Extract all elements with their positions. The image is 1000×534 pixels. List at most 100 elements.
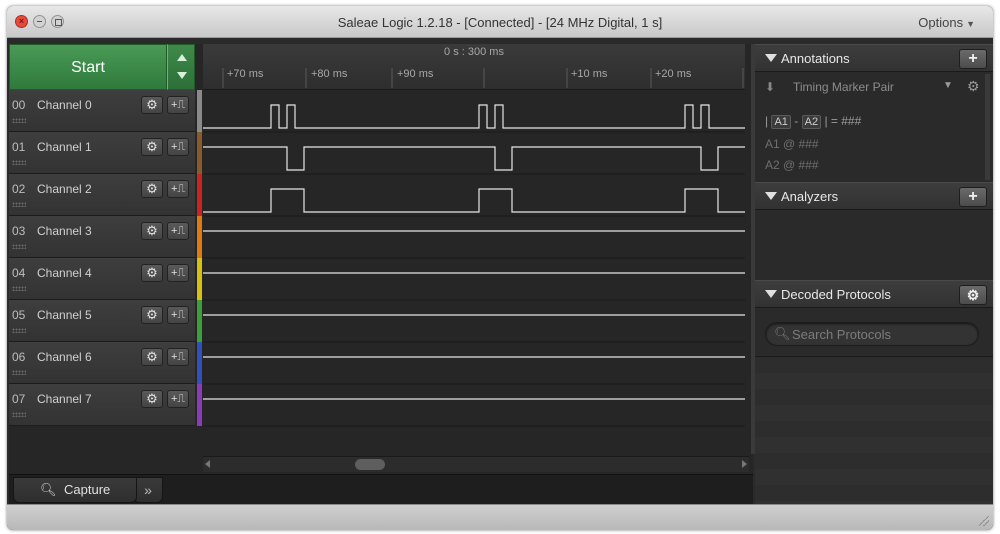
- drag-handle-icon[interactable]: [12, 202, 26, 207]
- separator: |: [824, 114, 828, 128]
- gear-icon[interactable]: ⚙: [141, 96, 163, 114]
- tab-capture[interactable]: 🔍︎ Capture: [13, 477, 137, 503]
- search-icon: 🔍︎: [774, 326, 791, 341]
- channel-2-trace: [203, 188, 745, 213]
- scroll-left-icon[interactable]: [205, 460, 210, 468]
- add-annotation-button[interactable]: +: [959, 49, 987, 69]
- collapse-triangle-icon[interactable]: [765, 290, 777, 298]
- options-menu-button[interactable]: Options ▼: [918, 15, 975, 30]
- resize-grip-icon[interactable]: [979, 516, 989, 526]
- scroll-right-icon[interactable]: [742, 460, 747, 468]
- pin-icon[interactable]: ⬇: [765, 80, 775, 94]
- decoded-protocols-title: Decoded Protocols: [781, 287, 891, 302]
- gear-icon[interactable]: ⚙: [141, 138, 163, 156]
- channel-number: 01: [12, 140, 26, 154]
- gear-icon[interactable]: ⚙: [141, 180, 163, 198]
- drag-handle-icon[interactable]: [12, 370, 26, 375]
- channel-row[interactable]: 03 Channel 3 ⚙ +⎍: [9, 216, 195, 258]
- channel-name[interactable]: Channel 1: [37, 140, 92, 154]
- gear-icon[interactable]: ⚙: [141, 306, 163, 324]
- gear-icon[interactable]: ⚙: [141, 390, 163, 408]
- search-protocols-box[interactable]: 🔍︎: [765, 322, 979, 346]
- window-title: Saleae Logic 1.2.18 - [Connected] - [24 …: [337, 15, 663, 30]
- timing-marker-pair[interactable]: ⬇ Timing Marker Pair ▼ ⚙: [761, 78, 985, 98]
- channel-name[interactable]: Channel 6: [37, 350, 92, 364]
- channel-row[interactable]: 05 Channel 5 ⚙ +⎍: [9, 300, 195, 342]
- magnifier-list-icon: 🔍︎: [40, 482, 57, 497]
- trigger-edge-icon[interactable]: +⎍: [167, 138, 189, 156]
- annotations-scrollbar[interactable]: [985, 74, 990, 180]
- chevron-down-icon[interactable]: ▼: [943, 80, 953, 91]
- search-input[interactable]: [792, 325, 972, 343]
- channel-row[interactable]: 04 Channel 4 ⚙ +⎍: [9, 258, 195, 300]
- marker-a2-value: @ ###: [783, 158, 819, 172]
- channel-name[interactable]: Channel 2: [37, 182, 92, 196]
- collapse-triangle-icon[interactable]: [765, 54, 777, 62]
- channel-name[interactable]: Channel 4: [37, 266, 92, 280]
- channel-0-trace: [203, 104, 745, 129]
- horizontal-scrollbar[interactable]: [203, 456, 749, 472]
- start-button[interactable]: Start: [9, 44, 167, 90]
- capture-panel: Start 00 Channel 0 ⚙ +⎍ 01 Channel 1 ⚙ +…: [9, 44, 757, 504]
- decoded-protocols-list[interactable]: [755, 356, 993, 504]
- more-tabs-button[interactable]: »: [133, 477, 163, 503]
- channel-color-strip: [197, 384, 202, 426]
- channel-name[interactable]: Channel 3: [37, 224, 92, 238]
- channel-row[interactable]: 01 Channel 1 ⚙ +⎍: [9, 132, 195, 174]
- analyzers-header[interactable]: Analyzers +: [755, 182, 993, 210]
- drag-handle-icon[interactable]: [12, 328, 26, 333]
- options-label: Options: [918, 15, 964, 30]
- gear-icon[interactable]: ⚙: [967, 78, 980, 95]
- trigger-edge-icon[interactable]: +⎍: [167, 264, 189, 282]
- channel-color-strip: [197, 300, 202, 342]
- drag-handle-icon[interactable]: [12, 286, 26, 291]
- trigger-edge-icon[interactable]: +⎍: [167, 390, 189, 408]
- decoded-protocols-header[interactable]: Decoded Protocols ⚙: [755, 280, 993, 308]
- marker-a1-label: A1: [765, 137, 780, 151]
- scrollbar-thumb[interactable]: [355, 459, 385, 470]
- marker-a2-badge[interactable]: A2: [801, 115, 822, 129]
- annotations-header[interactable]: Annotations +: [755, 44, 993, 72]
- channel-row[interactable]: 02 Channel 2 ⚙ +⎍: [9, 174, 195, 216]
- channel-name[interactable]: Channel 0: [37, 98, 92, 112]
- trigger-edge-icon[interactable]: +⎍: [167, 348, 189, 366]
- channel-color-strip: [197, 258, 202, 300]
- gear-icon[interactable]: ⚙: [141, 264, 163, 282]
- channel-row[interactable]: 00 Channel 0 ⚙ +⎍: [9, 90, 195, 132]
- drag-handle-icon[interactable]: [12, 118, 26, 123]
- trigger-edge-icon[interactable]: +⎍: [167, 96, 189, 114]
- drag-handle-icon[interactable]: [12, 412, 26, 417]
- channel-row[interactable]: 07 Channel 7 ⚙ +⎍: [9, 384, 195, 426]
- add-analyzer-button[interactable]: +: [959, 187, 987, 207]
- trigger-edge-icon[interactable]: +⎍: [167, 306, 189, 324]
- channel-number: 00: [12, 98, 26, 112]
- chevron-down-icon: ▼: [966, 19, 975, 29]
- channel-row[interactable]: 06 Channel 6 ⚙ +⎍: [9, 342, 195, 384]
- channel-number: 07: [12, 392, 26, 406]
- channel-color-strip: [197, 90, 202, 132]
- channel-name[interactable]: Channel 7: [37, 392, 92, 406]
- capture-options-arrows[interactable]: [167, 44, 195, 90]
- waveform-area[interactable]: 0 s : 300 ms +70 ms +80 ms +90 ms +10 ms…: [203, 44, 745, 476]
- arrow-down-icon: [177, 72, 187, 79]
- channel-name[interactable]: Channel 5: [37, 308, 92, 322]
- trigger-edge-icon[interactable]: +⎍: [167, 222, 189, 240]
- gear-icon[interactable]: ⚙: [141, 348, 163, 366]
- app-window: × Saleae Logic 1.2.18 - [Connected] - [2…: [7, 6, 993, 530]
- channel-number: 05: [12, 308, 26, 322]
- marker-a2-row: A2 @ ###: [765, 158, 819, 172]
- drag-handle-icon[interactable]: [12, 160, 26, 165]
- annotations-title: Annotations: [781, 51, 850, 66]
- drag-handle-icon[interactable]: [12, 244, 26, 249]
- decoded-protocols-settings-button[interactable]: ⚙: [959, 285, 987, 305]
- channel-color-strip: [197, 174, 202, 216]
- side-panel: Annotations + ⬇ Timing Marker Pair ▼ ⚙ |…: [755, 44, 993, 504]
- collapse-triangle-icon[interactable]: [765, 192, 777, 200]
- channel-number: 06: [12, 350, 26, 364]
- marker-delta-value: = ###: [830, 114, 862, 128]
- trigger-edge-icon[interactable]: +⎍: [167, 180, 189, 198]
- channel-color-strip: [197, 132, 202, 174]
- tab-capture-label: Capture: [64, 482, 111, 497]
- gear-icon[interactable]: ⚙: [141, 222, 163, 240]
- marker-a1-badge[interactable]: A1: [771, 115, 791, 129]
